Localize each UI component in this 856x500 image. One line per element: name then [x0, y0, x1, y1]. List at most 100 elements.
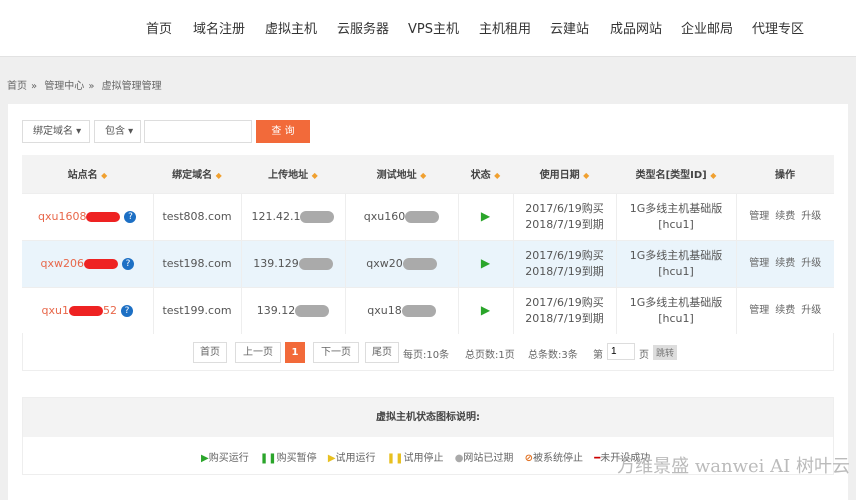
per-page: 每页:10条 — [403, 350, 450, 361]
page-1-button[interactable]: 1 — [285, 342, 305, 363]
renew-link[interactable]: 续费 — [775, 258, 795, 269]
goto-suffix: 页 — [639, 350, 649, 361]
goto-label: 第 — [593, 350, 603, 361]
total-count: 总条数:3条 — [528, 350, 578, 361]
site-link[interactable]: qxu1608 — [38, 210, 86, 223]
field-select-value: 绑定域名 — [33, 126, 73, 137]
table-row: qxu1608? test808.com 121.42.1 qxu160 ▶ 2… — [22, 192, 834, 240]
col-type[interactable]: 类型名[类型ID] ◆ — [616, 155, 736, 193]
col-status[interactable]: 状态 ◆ — [458, 155, 513, 193]
nav-domain[interactable]: 域名注册 — [193, 18, 245, 37]
domain: test808.com — [152, 192, 241, 240]
dates: 2017/6/19购买 2018/7/19到期 — [512, 192, 616, 240]
type: 1G多线主机基础版 [hcu1] — [615, 192, 736, 240]
col-upload[interactable]: 上传地址 ◆ — [241, 155, 345, 193]
table-row: qxw206? test198.com 139.129 qxw20 ▶ 2017… — [22, 239, 834, 287]
site-link[interactable]: qxu1 52 — [42, 304, 117, 317]
redaction — [402, 257, 437, 270]
last-page-button[interactable]: 尾页 — [365, 342, 399, 363]
upload-address: 139.129 — [253, 256, 299, 270]
crumb-current: 虚拟管理管理 — [101, 81, 162, 92]
nav-home[interactable]: 首页 — [146, 18, 172, 37]
nav-agent[interactable]: 代理专区 — [752, 18, 804, 37]
manage-link[interactable]: 管理 — [749, 211, 769, 222]
redaction — [401, 304, 436, 317]
watermark: 万维景盛 wanwei AI 树叶云 — [617, 456, 850, 477]
help-icon[interactable]: ? — [121, 257, 134, 270]
manage-link[interactable]: 管理 — [749, 258, 769, 269]
breadcrumb: 首页» 管理中心» 虚拟管理管理 — [7, 81, 162, 92]
legend-trial-running: ▶试用运行 — [327, 453, 376, 464]
col-site[interactable]: 站点名 ◆ — [22, 155, 153, 193]
nav-rent[interactable]: 主机租用 — [479, 18, 531, 37]
search-input[interactable] — [144, 120, 252, 143]
match-select-value: 包含 — [105, 126, 125, 137]
renew-link[interactable]: 续费 — [775, 211, 795, 222]
nav-vps[interactable]: VPS主机 — [408, 18, 459, 37]
crumb-home[interactable]: 首页 — [7, 81, 27, 92]
play-icon: ▶ — [327, 453, 336, 464]
legend-trial-stopped: ❚❚试用停止 — [386, 453, 444, 464]
sort-icon: ◆ — [583, 171, 590, 181]
redaction — [298, 257, 333, 270]
col-test[interactable]: 测试地址 ◆ — [345, 155, 458, 193]
upload-address: 139.12 — [256, 303, 296, 317]
crumb-center[interactable]: 管理中心 — [44, 81, 84, 92]
redaction — [83, 258, 118, 269]
upload-address: 121.42.1 — [251, 209, 301, 223]
legend-title: 虚拟主机状态图标说明: — [23, 398, 833, 437]
top-nav: 首页 域名注册 虚拟主机 云服务器 VPS主机 主机租用 云建站 成品网站 企业… — [0, 0, 856, 57]
legend-buy-running: ▶购买运行 — [201, 453, 249, 464]
goto-page-input[interactable] — [607, 343, 635, 360]
field-select[interactable]: 绑定域名 ▾ — [22, 120, 90, 143]
legend-expired: ●网站已过期 — [454, 453, 514, 464]
play-icon: ▶ — [201, 453, 209, 464]
dates: 2017/6/19购买 2018/7/19到期 — [512, 239, 616, 287]
next-page-button[interactable]: 下一页 — [313, 342, 359, 363]
redaction — [295, 304, 330, 317]
running-icon: ▶ — [480, 303, 491, 318]
domain: test198.com — [152, 239, 241, 287]
sort-icon: ◆ — [215, 171, 222, 181]
prev-page-button[interactable]: 上一页 — [235, 342, 281, 363]
upgrade-link[interactable]: 升级 — [801, 258, 821, 269]
sort-icon: ◆ — [420, 171, 427, 181]
sort-icon: ◆ — [494, 171, 501, 181]
test-address: qxu18 — [367, 303, 402, 317]
upgrade-link[interactable]: 升级 — [801, 211, 821, 222]
redaction — [68, 305, 103, 316]
goto-button[interactable]: 跳转 — [653, 345, 678, 360]
nav-vhost[interactable]: 虚拟主机 — [265, 18, 317, 37]
test-address: qxu160 — [363, 209, 406, 223]
redaction — [405, 210, 440, 223]
col-ops: 操作 — [736, 155, 834, 193]
search-button[interactable]: 查 询 — [256, 120, 310, 143]
legend-system-stopped: ⊘被系统停止 — [524, 453, 583, 464]
test-address: qxw20 — [366, 256, 403, 270]
col-date[interactable]: 使用日期 ◆ — [513, 155, 616, 193]
nav-mail[interactable]: 企业邮局 — [681, 18, 733, 37]
ban-icon: ⊘ — [524, 453, 533, 464]
help-icon[interactable]: ? — [120, 304, 133, 317]
table-row: qxu1 52? test199.com 139.12 qxu18 ▶ 2017/… — [22, 286, 834, 334]
redaction — [86, 211, 121, 222]
nav-site[interactable]: 云建站 — [550, 18, 589, 37]
upgrade-link[interactable]: 升级 — [801, 305, 821, 316]
col-domain[interactable]: 绑定域名 ◆ — [153, 155, 241, 193]
renew-link[interactable]: 续费 — [775, 305, 795, 316]
redaction — [300, 210, 335, 223]
manage-link[interactable]: 管理 — [749, 305, 769, 316]
pause-icon: ❚❚ — [386, 453, 404, 464]
sort-icon: ◆ — [101, 171, 108, 181]
type: 1G多线主机基础版 [hcu1] — [615, 286, 736, 334]
running-icon: ▶ — [480, 256, 491, 270]
nav-ready[interactable]: 成品网站 — [610, 18, 662, 37]
running-icon: ▶ — [480, 209, 491, 223]
total-pages: 总页数:1页 — [465, 350, 515, 361]
help-icon[interactable]: ? — [124, 210, 137, 223]
site-link[interactable]: qxw206 — [41, 257, 84, 270]
first-page-button[interactable]: 首页 — [193, 342, 227, 363]
sort-icon: ◆ — [311, 171, 318, 181]
match-select[interactable]: 包含 ▾ — [94, 120, 141, 143]
nav-cloud[interactable]: 云服务器 — [337, 18, 389, 37]
